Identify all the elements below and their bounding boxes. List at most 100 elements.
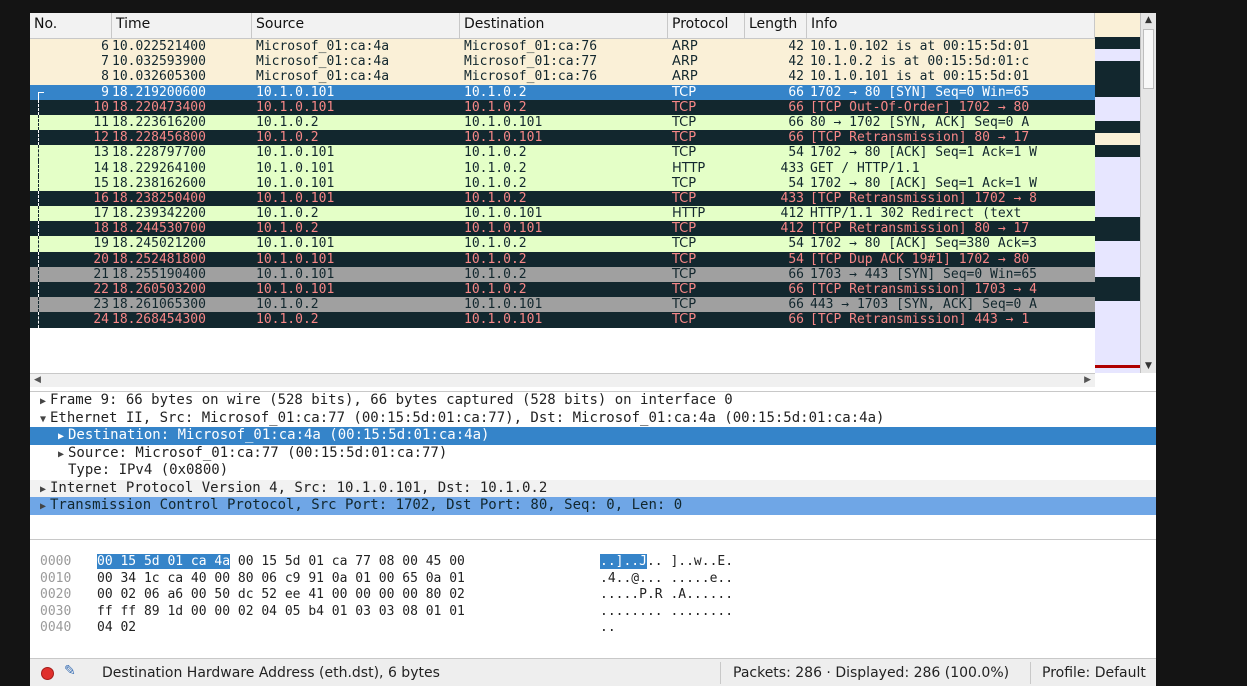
column-header-protocol[interactable]: Protocol <box>668 13 745 38</box>
packet-time: 10.022521400 <box>112 39 206 54</box>
packet-destination: 10.1.0.2 <box>464 282 527 297</box>
packet-row[interactable]: 15 18.238162600 10.1.0.101 10.1.0.2 TCP 54 170… <box>30 175 1095 191</box>
minimap-band <box>1095 277 1140 290</box>
scroll-right-icon[interactable]: ▶ <box>1084 374 1091 387</box>
packet-protocol: TCP <box>672 221 697 237</box>
packet-row[interactable]: 19 18.245021200 10.1.0.101 10.1.0.2 TCP 54 170… <box>30 236 1095 252</box>
expanded-arrow-icon[interactable]: ▼ <box>36 411 50 428</box>
packet-destination: 10.1.0.101 <box>464 312 543 328</box>
detail-tree-item[interactable]: ▶ Transmission Control Protocol, Src Port… <box>30 497 1156 515</box>
detail-tree-item[interactable]: ▼ Ethernet II, Src: Microsof_01:ca:77 (00… <box>30 410 1156 428</box>
detail-tree-item[interactable]: ▶ Internet Protocol Version 4, Src: 10.1.… <box>30 479 1156 498</box>
packet-info: 10.1.0.102 is at 00:15:5d:01 <box>810 39 1030 54</box>
packet-protocol: TCP <box>672 297 697 313</box>
byte-hex[interactable]: 00 15 5d 01 ca 4a 00 15 5d 01 ca 77 08 0… <box>97 554 465 570</box>
edit-comment-icon[interactable]: ✎ <box>64 663 76 679</box>
packet-info: HTTP/1.1 302 Redirect (text <box>810 206 1022 222</box>
byte-ascii[interactable]: ........ ........ <box>600 604 733 620</box>
byte-hex-text: 04 02 <box>97 620 137 635</box>
collapsed-arrow-icon[interactable]: ▶ <box>54 446 68 463</box>
column-header-no[interactable]: No. <box>30 13 112 38</box>
column-header-info[interactable]: Info <box>807 13 1095 38</box>
byte-hex[interactable]: 00 02 06 a6 00 50 dc 52 ee 41 00 00 00 0… <box>97 587 465 603</box>
packet-row[interactable]: 22 18.260503200 10.1.0.101 10.1.0.2 TCP 66 [TC… <box>30 282 1095 298</box>
packet-length: 412 <box>780 221 804 237</box>
conversation-bracket <box>38 145 44 161</box>
packet-row[interactable]: 23 18.261065300 10.1.0.2 10.1.0.101 TCP 66 443… <box>30 297 1095 313</box>
packet-row[interactable]: 9 18.219200600 10.1.0.101 10.1.0.2 TCP 66 1702… <box>30 84 1095 100</box>
scroll-down-icon[interactable]: ▼ <box>1143 360 1154 372</box>
packet-source: 10.1.0.2 <box>256 114 319 130</box>
byte-offset: 0040 <box>40 620 72 635</box>
conversation-bracket <box>38 206 44 222</box>
column-header-destination[interactable]: Destination <box>460 13 668 38</box>
scroll-up-icon[interactable]: ▲ <box>1143 14 1154 26</box>
scroll-left-icon[interactable]: ◀ <box>34 374 41 387</box>
packet-row[interactable]: 12 18.228456800 10.1.0.2 10.1.0.101 TCP 66 [TC… <box>30 130 1095 146</box>
minimap-position-marker <box>1095 365 1140 368</box>
packet-row[interactable]: 17 18.239342200 10.1.0.2 10.1.0.101 HTTP 412 H… <box>30 206 1095 222</box>
packet-row[interactable]: 7 10.032593900 Microsof_01:ca:4a Microsof_0… <box>30 54 1095 70</box>
detail-tree-item[interactable]: ▶ Destination: Microsof_01:ca:4a (00:15:5… <box>30 427 1156 445</box>
collapsed-arrow-icon[interactable]: ▶ <box>36 481 50 498</box>
byte-ascii[interactable]: ..]..J.. ]..w..E. <box>600 554 733 570</box>
packet-row[interactable]: 20 18.252481800 10.1.0.101 10.1.0.2 TCP 54 [TC… <box>30 251 1095 267</box>
packet-source: Microsof_01:ca:4a <box>256 39 390 54</box>
packet-destination: 10.1.0.2 <box>464 266 527 282</box>
packet-row[interactable]: 6 10.022521400 Microsof_01:ca:4a Microsof_0… <box>30 39 1095 55</box>
packet-bytes-pane[interactable]: 0000 00 15 5d 01 ca 4a 00 15 5d 01 ca 77 … <box>30 539 1156 654</box>
byte-ascii[interactable]: .....P.R .A...... <box>600 587 733 603</box>
byte-ascii-text: .. <box>600 620 616 635</box>
packet-row[interactable]: 16 18.238250400 10.1.0.101 10.1.0.2 TCP 433 [T… <box>30 190 1095 207</box>
byte-offset: 0010 <box>40 570 72 586</box>
packet-rows: 6 10.022521400 Microsof_01:ca:4a Microsof_0… <box>30 39 1095 328</box>
byte-ascii[interactable]: .4..@... .....e.. <box>600 571 733 587</box>
profile-selector[interactable]: Profile: Default <box>1042 665 1146 681</box>
scrollbar-thumb[interactable] <box>1143 29 1154 89</box>
packet-list-horizontal-scrollbar[interactable]: ◀ ▶ <box>30 373 1095 387</box>
conversation-bracket <box>38 160 44 176</box>
collapsed-arrow-icon[interactable]: ▶ <box>54 428 68 445</box>
detail-tree-item[interactable]: ▶ Frame 9: 66 bytes on wire (528 bits), 6… <box>30 392 1156 410</box>
packet-list-vertical-scrollbar[interactable]: ▲ ▼ <box>1140 13 1156 373</box>
packet-destination: 10.1.0.2 <box>464 84 527 100</box>
collapsed-arrow-icon[interactable]: ▶ <box>36 393 50 410</box>
packet-destination: 10.1.0.2 <box>464 236 527 252</box>
column-header-length[interactable]: Length <box>745 13 807 38</box>
byte-ascii[interactable]: .. <box>600 620 616 636</box>
detail-tree-item[interactable]: Type: IPv4 (0x0800) <box>30 462 1156 480</box>
packet-row[interactable]: 11 18.223616200 10.1.0.2 10.1.0.101 TCP 66 80 … <box>30 114 1095 131</box>
packet-row[interactable]: 18 18.244530700 10.1.0.2 10.1.0.101 TCP 412 [T… <box>30 221 1095 237</box>
wireshark-window: No. Time Source Destination Protocol Len… <box>30 13 1156 686</box>
packet-list[interactable]: No. Time Source Destination Protocol Len… <box>30 13 1095 387</box>
column-header-source[interactable]: Source <box>252 13 460 38</box>
conversation-bracket <box>38 251 44 267</box>
packet-minimap[interactable]: ▲ ▼ <box>1095 13 1156 373</box>
packet-row[interactable]: 8 10.032605300 Microsof_01:ca:4a Microsof_0… <box>30 69 1095 85</box>
expert-info-icon[interactable] <box>41 667 54 680</box>
packet-row[interactable]: 10 18.220473400 10.1.0.101 10.1.0.2 TCP 66 [TC… <box>30 99 1095 115</box>
conversation-bracket <box>38 99 44 115</box>
packet-destination: 10.1.0.101 <box>464 206 543 222</box>
packet-row[interactable]: 13 18.228797700 10.1.0.101 10.1.0.2 TCP 54 170… <box>30 145 1095 161</box>
byte-hex[interactable]: ff ff 89 1d 00 00 02 04 05 b4 01 03 03 0… <box>97 604 465 620</box>
packet-length: 54 <box>788 236 804 252</box>
packet-row[interactable]: 21 18.255190400 10.1.0.101 10.1.0.2 TCP 66 170… <box>30 266 1095 282</box>
packet-row[interactable]: 14 18.229264100 10.1.0.101 10.1.0.2 HTTP 433 G… <box>30 160 1095 176</box>
packet-details-pane[interactable]: ▶ Frame 9: 66 bytes on wire (528 bits), 6… <box>30 391 1156 540</box>
minimap-band <box>1095 73 1140 86</box>
packet-list-header: No. Time Source Destination Protocol Len… <box>30 13 1095 39</box>
packet-time: 18.268454300 <box>112 312 206 328</box>
packet-row[interactable]: 24 18.268454300 10.1.0.2 10.1.0.101 TCP 66 [TC… <box>30 312 1095 328</box>
packet-destination: 10.1.0.2 <box>464 160 527 176</box>
conversation-bracket <box>38 297 44 313</box>
detail-tree-item[interactable]: ▶ Source: Microsof_01:ca:77 (00:15:5d:01:… <box>30 445 1156 463</box>
byte-hex[interactable]: 04 02 <box>97 620 136 636</box>
byte-hex[interactable]: 00 34 1c ca 40 00 80 06 c9 91 0a 01 00 6… <box>97 571 465 587</box>
collapsed-arrow-icon[interactable]: ▶ <box>36 498 50 515</box>
packet-source: 10.1.0.101 <box>256 160 335 176</box>
packet-info: 1703 → 443 [SYN] Seq=0 Win=65 <box>810 266 1037 282</box>
packet-length: 54 <box>788 145 804 161</box>
packets-count: Packets: 286 · Displayed: 286 (100.0%) <box>733 665 1010 681</box>
column-header-time[interactable]: Time <box>112 13 252 38</box>
